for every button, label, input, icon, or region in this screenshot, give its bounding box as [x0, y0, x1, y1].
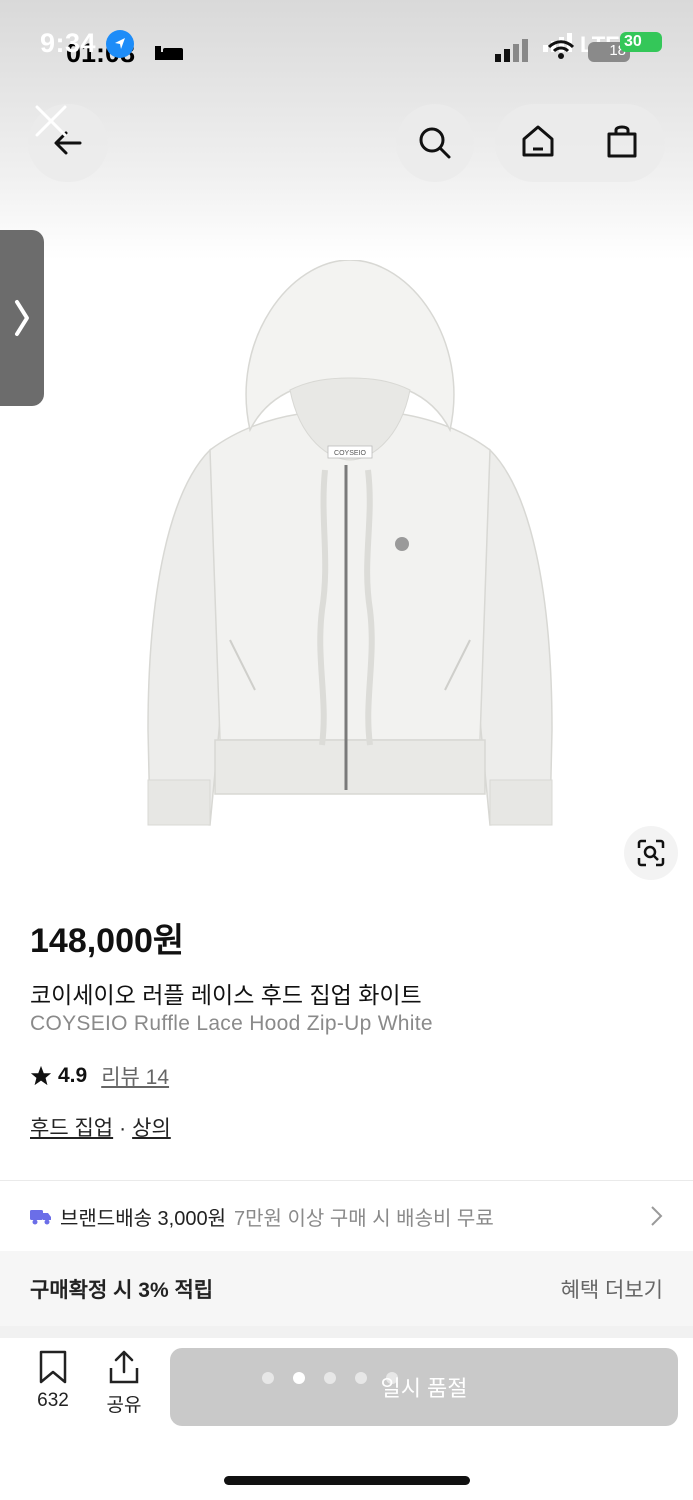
benefit-row: 구매확정 시 3% 적립 혜택 더보기: [0, 1251, 693, 1326]
save-button[interactable]: 632: [23, 1350, 83, 1412]
sleep-icon: [155, 46, 183, 60]
category-breadcrumb: 후드 집업 · 상의: [30, 1112, 171, 1142]
location-arrow-icon: [106, 30, 134, 58]
shipping-free-condition: 7만원 이상 구매 시 배송비 무료: [234, 1207, 494, 1230]
save-count: 632: [37, 1390, 69, 1411]
home-button[interactable]: [520, 123, 556, 164]
cellular-signal-icon: [495, 39, 528, 62]
shipping-info-row[interactable]: 브랜드배송 3,000원 7만원 이상 구매 시 배송비 무료: [0, 1181, 693, 1251]
product-title-ko: 코이세이오 러플 레이스 후드 집업 화이트: [30, 982, 422, 1008]
wifi-icon: [548, 40, 574, 59]
carousel-dot: [262, 1372, 274, 1384]
shipping-fee: 브랜드배송 3,000원: [60, 1207, 227, 1230]
side-panel-tab[interactable]: [0, 230, 44, 406]
section-gap: [0, 1326, 693, 1338]
category-separator: ·: [119, 1117, 127, 1140]
status-time: 9:34: [40, 28, 97, 58]
home-indicator[interactable]: [224, 1476, 470, 1485]
chevron-right-icon: [15, 300, 29, 336]
share-icon: [109, 1350, 139, 1384]
brand-label: COYSEIO: [334, 450, 366, 457]
visual-search-icon: [637, 839, 665, 867]
reward-points-text: 구매확정 시 3% 적립: [30, 1278, 214, 1302]
battery-level: 30: [620, 32, 662, 52]
sold-out-button[interactable]: 일시 품절: [170, 1348, 678, 1426]
share-button[interactable]: 공유: [94, 1350, 154, 1417]
carousel-dot-active: [293, 1372, 305, 1384]
carousel-dot: [324, 1372, 336, 1384]
category-link-top[interactable]: 상의: [132, 1117, 171, 1140]
product-image[interactable]: COYSEIO: [140, 260, 560, 840]
product-title-en: COYSEIO Ruffle Lace Hood Zip-Up White: [30, 1012, 433, 1035]
search-icon: [419, 127, 451, 159]
close-icon[interactable]: [33, 103, 69, 139]
carousel-dot: [355, 1372, 367, 1384]
product-price: 148,000원: [30, 922, 185, 960]
chevron-right-icon: [651, 1206, 663, 1226]
review-link[interactable]: 리뷰 14: [101, 1061, 169, 1091]
carousel-dot: [386, 1372, 398, 1384]
carousel-indicator: [262, 1372, 398, 1384]
more-benefits-link[interactable]: 혜택 더보기: [561, 1274, 663, 1304]
status-bar: 01:08 9:34 LTE 18 30: [0, 0, 693, 90]
header-actions: [495, 104, 665, 182]
search-button[interactable]: [396, 104, 474, 182]
visual-search-button[interactable]: [624, 826, 678, 880]
shopping-bag-icon: [607, 125, 637, 157]
category-link-hood-zipup[interactable]: 후드 집업: [30, 1117, 113, 1140]
rating-row: 4.9 리뷰 14: [30, 1061, 169, 1091]
rating-score: 4.9: [58, 1064, 88, 1087]
star-icon: [30, 1065, 52, 1086]
bookmark-icon: [39, 1350, 67, 1384]
cart-button[interactable]: [604, 123, 640, 164]
delivery-truck-icon: [30, 1210, 51, 1225]
home-icon: [522, 125, 554, 156]
share-label: 공유: [106, 1395, 142, 1416]
